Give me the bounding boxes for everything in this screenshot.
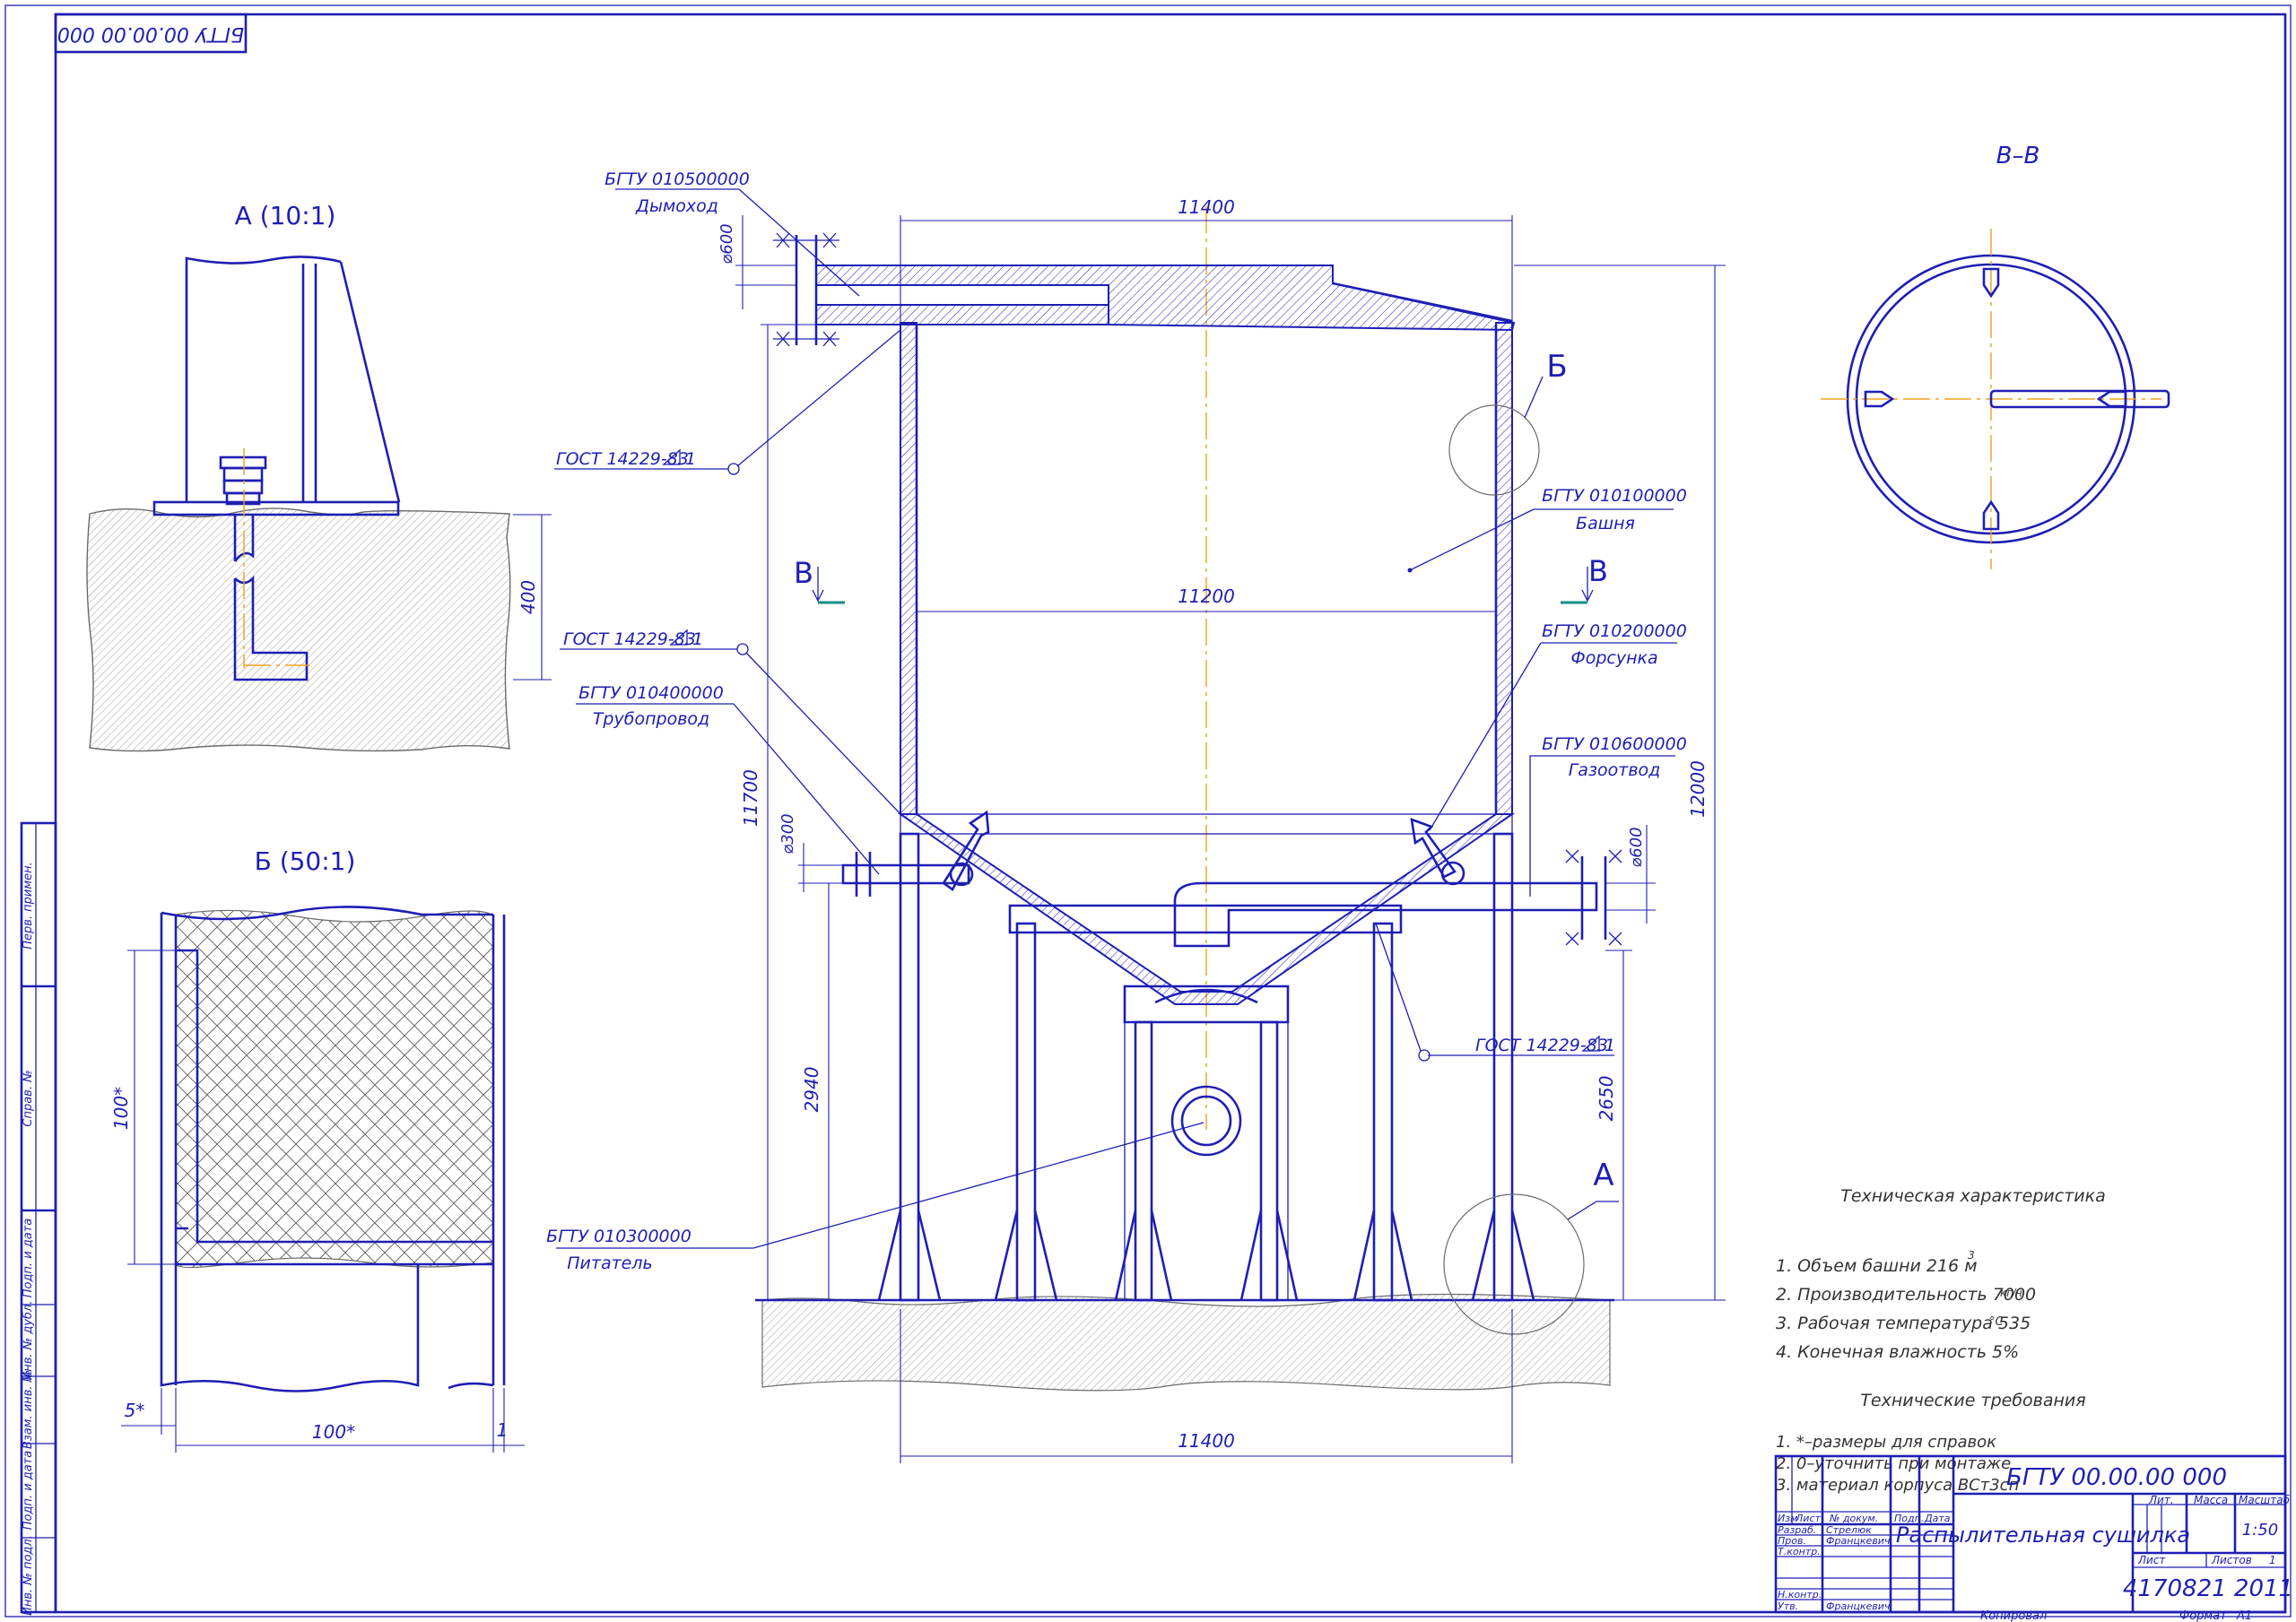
side-label: Подп. и дата [22, 1219, 35, 1298]
group-code: 4170821 2011 [2123, 1575, 2293, 1602]
dim-d600-top: ⌀600 [718, 223, 736, 264]
mark-a: А [1593, 1158, 1613, 1193]
nozzle-name: Форсунка [1570, 648, 1657, 668]
mark-v-right: В [1588, 554, 1608, 588]
dim-d600-right: ⌀600 [1627, 827, 1646, 867]
dim-5: 5* [125, 1400, 145, 1421]
gost1-label: ГОСТ 14229-83 [556, 449, 689, 469]
req-3: 3. материал корпуса ВСт3сп [1776, 1476, 2020, 1495]
dim-d300: ⌀300 [778, 813, 797, 854]
mark-v-left: В [794, 556, 813, 590]
char-1-sup: 3 [1968, 1249, 1975, 1262]
sheet: Лист [2137, 1554, 2166, 1566]
tech-char-title: Техническая характеристика [1840, 1186, 2105, 1206]
dim-2650: 2650 [1596, 1076, 1617, 1122]
name-prov: Францкевич [1826, 1535, 1891, 1547]
side-label: Инв. № дубл. [22, 1301, 35, 1381]
pipe-code: БГТУ 010400000 [578, 683, 724, 703]
row-tkontr: Т.контр. [1778, 1546, 1821, 1557]
gost1-num: 1 [685, 449, 696, 469]
col-list: Лист [1795, 1513, 1821, 1524]
chimney-name: Дымоход [635, 196, 718, 216]
lit: Лит. [2148, 1494, 2174, 1506]
dim-height-right: 12000 [1687, 760, 1709, 818]
masshtab: Масштаб [2239, 1494, 2291, 1506]
detail-a-label: А (10:1) [235, 201, 336, 230]
title-doc-code: БГТУ 00.00.00 000 [2006, 1464, 2227, 1491]
kopiroval: Копировал [1980, 1609, 2047, 1622]
detail-a-view: А (10:1) 400 [86, 201, 552, 752]
dim-height-left: 11700 [740, 769, 761, 827]
technical-notes: Техническая характеристика 1. Объем башн… [1776, 1186, 2106, 1495]
tech-req-title: Технические требования [1860, 1391, 2085, 1410]
dim-100-vertical: 100* [110, 1087, 132, 1130]
callouts: БГТУ 010500000 Дымоход ГОСТ 14229-83 1 Г… [546, 169, 1687, 1273]
name-utv: Францкевич [1826, 1600, 1891, 1612]
gost3-label: ГОСТ 14229-83 [1475, 1036, 1608, 1055]
dim-top: 11400 [1178, 196, 1235, 218]
title-name: Распылительная сушилка [1896, 1522, 2190, 1548]
rotated-code: БГТУ 00.00.00 000 [57, 22, 244, 45]
dim-inner: 11200 [1178, 585, 1235, 607]
scale-value: 1:50 [2242, 1521, 2278, 1540]
char-1: 1. Объем башни 216 м [1776, 1256, 1978, 1276]
gas-code: БГТУ 010600000 [1542, 734, 1687, 754]
pipe-name: Трубопровод [593, 709, 709, 729]
format-value: А1 [2236, 1609, 2252, 1622]
section-bb-label: В–В [1996, 143, 2040, 169]
gost3-num: 1 [1605, 1036, 1615, 1055]
side-label: Взам. инв. № [22, 1370, 35, 1449]
feeder-code: БГТУ 010300000 [546, 1227, 691, 1246]
dim-100-horizontal: 100* [312, 1421, 355, 1443]
row-utv: Утв. [1778, 1600, 1798, 1612]
sheets: Листов [2211, 1554, 2252, 1566]
gost2-label: ГОСТ 14229-83 [563, 629, 696, 649]
main-view: Б А В В 11400 11200 11400 11700 12000 29… [718, 196, 1726, 1463]
side-label: Инв. № подл. [22, 1535, 35, 1616]
dim-400: 400 [517, 580, 539, 614]
massa: Масса [2194, 1494, 2228, 1506]
technical-drawing: БГТУ 00.00.00 000 Перв. примен. Справ. №… [4, 4, 2293, 1622]
side-label: Перв. примен. [22, 862, 35, 950]
detail-b-label: Б (50:1) [255, 846, 356, 876]
dim-1: 1 [497, 1419, 509, 1441]
detail-b-view: Б (50:1) 100* 100* 5* 1 [110, 846, 525, 1453]
char-4: 4. Конечная влажность 5% [1776, 1342, 2019, 1362]
side-approval-box: Перв. примен. Справ. № Подп. и дата Инв.… [20, 821, 57, 1616]
nozzle-code: БГТУ 010200000 [1542, 621, 1687, 641]
sheets-num: 1 [2269, 1554, 2276, 1566]
col-ndoc: № докум. [1829, 1513, 1878, 1524]
side-label: Справ. № [22, 1070, 35, 1126]
row-nkontr: Н.контр. [1778, 1589, 1822, 1600]
req-1: 1. *–размеры для справок [1776, 1433, 1996, 1452]
format: Формат [2179, 1609, 2227, 1622]
section-bb-view: В–В [1821, 143, 2170, 569]
char-3-unit: °С [1989, 1315, 2005, 1329]
gost2-num: 1 [692, 629, 703, 649]
gas-name: Газоотвод [1569, 760, 1661, 780]
dim-bottom: 11400 [1178, 1430, 1235, 1452]
mark-b: Б [1546, 349, 1567, 385]
dim-2940: 2940 [801, 1067, 822, 1113]
chimney-code: БГТУ 010500000 [604, 169, 750, 189]
tower-code: БГТУ 010100000 [1542, 486, 1687, 506]
tower-name: Башня [1576, 514, 1635, 533]
char-2: 2. Производительность 7000 [1776, 1285, 2036, 1305]
feeder-name: Питатель [567, 1253, 652, 1273]
rotated-stamp: БГТУ 00.00.00 000 [54, 13, 248, 54]
char-2-unit: кг/ч [2000, 1287, 2022, 1299]
side-label: Подп. и дата [22, 1451, 35, 1531]
